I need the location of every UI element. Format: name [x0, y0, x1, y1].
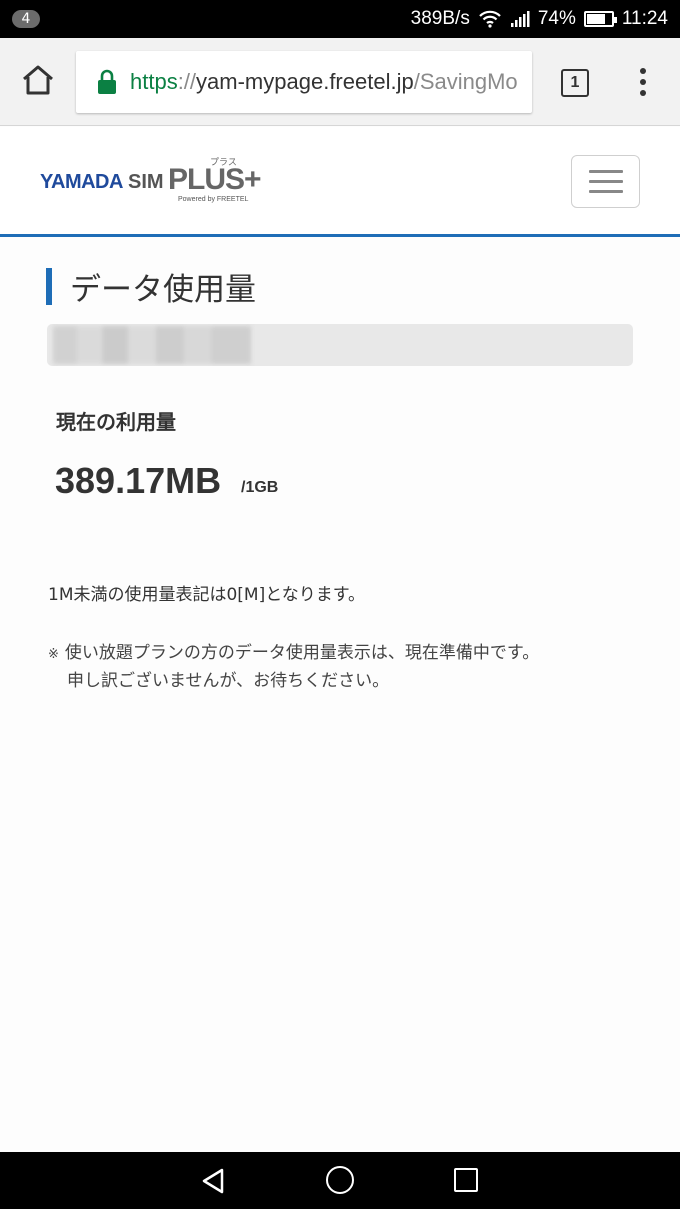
- back-icon[interactable]: [200, 1168, 226, 1194]
- hamburger-line: [588, 170, 623, 173]
- status-indicators: 389B/s 74% 11:24: [411, 0, 668, 38]
- lock-icon: [98, 69, 116, 94]
- hamburger-line: [588, 180, 623, 183]
- logo-sim-text: SIM: [128, 171, 164, 193]
- battery-icon: [583, 11, 617, 27]
- logo-plus-text: PLUS+: [168, 163, 262, 196]
- url-scheme: https: [130, 69, 178, 94]
- clock: 11:24: [621, 8, 668, 29]
- address-bar[interactable]: https://yam-mypage.freetel.jp/SavingMo: [76, 51, 532, 113]
- yamada-sim-plus-logo[interactable]: YAMADA SIM PLUS+ プラス Powered by FREETEL: [40, 158, 270, 205]
- current-usage-label: 現在の利用量: [56, 410, 176, 434]
- unlimited-plan-note: ※ 使い放題プランの方のデータ使用量表示は、現在準備中です。 申し訳ございませんが…: [48, 640, 539, 694]
- home-icon[interactable]: [20, 62, 56, 98]
- site-header: YAMADA SIM PLUS+ プラス Powered by FREETEL: [0, 127, 680, 237]
- account-number-box: [47, 324, 633, 366]
- page-title: データ使用量: [70, 271, 256, 308]
- logo-yamada-text: YAMADA: [40, 171, 123, 193]
- current-usage-value: 389.17MB: [55, 460, 222, 501]
- url-host: yam-mypage.freetel.jp: [196, 69, 414, 94]
- url-separator: ://: [177, 69, 197, 94]
- logo-ruby-text: プラス: [210, 158, 237, 168]
- rounding-note: 1M未満の使用量表記は0[M]となります。: [48, 585, 366, 605]
- wifi-icon: [479, 10, 501, 28]
- hamburger-menu-button[interactable]: [571, 155, 640, 208]
- status-bar: 4 389B/s 74% 11:24: [0, 0, 680, 38]
- system-navigation-bar: [0, 1152, 680, 1209]
- note-line-2: 申し訳ございませんが、お待ちください。: [67, 671, 390, 691]
- overflow-menu-icon[interactable]: [636, 66, 650, 98]
- net-speed: 389B/s: [410, 8, 470, 29]
- note-mark: ※: [48, 647, 59, 662]
- url-path: /SavingMo: [413, 69, 518, 94]
- recent-apps-icon[interactable]: [454, 1168, 478, 1192]
- battery-level: [586, 14, 605, 24]
- page-heading: データ使用量: [46, 266, 256, 308]
- browser-toolbar: https://yam-mypage.freetel.jp/SavingMo 1: [0, 38, 680, 126]
- note-line-1: 使い放題プランの方のデータ使用量表示は、現在準備中です。: [64, 643, 540, 663]
- url-text: https://yam-mypage.freetel.jp/SavingMo: [130, 69, 518, 95]
- tab-switcher-button[interactable]: 1: [561, 69, 589, 97]
- home-circle-icon[interactable]: [326, 1166, 354, 1194]
- signal-icon: [510, 11, 530, 27]
- battery-percent: 74%: [537, 8, 576, 29]
- logo-powered-text: Powered by FREETEL: [178, 196, 249, 203]
- hamburger-line: [588, 190, 623, 193]
- title-accent-bar: [46, 267, 52, 305]
- redacted-phone-number: [53, 326, 251, 364]
- notification-badge: 4: [12, 10, 40, 28]
- usage-limit: /1GB: [241, 479, 279, 496]
